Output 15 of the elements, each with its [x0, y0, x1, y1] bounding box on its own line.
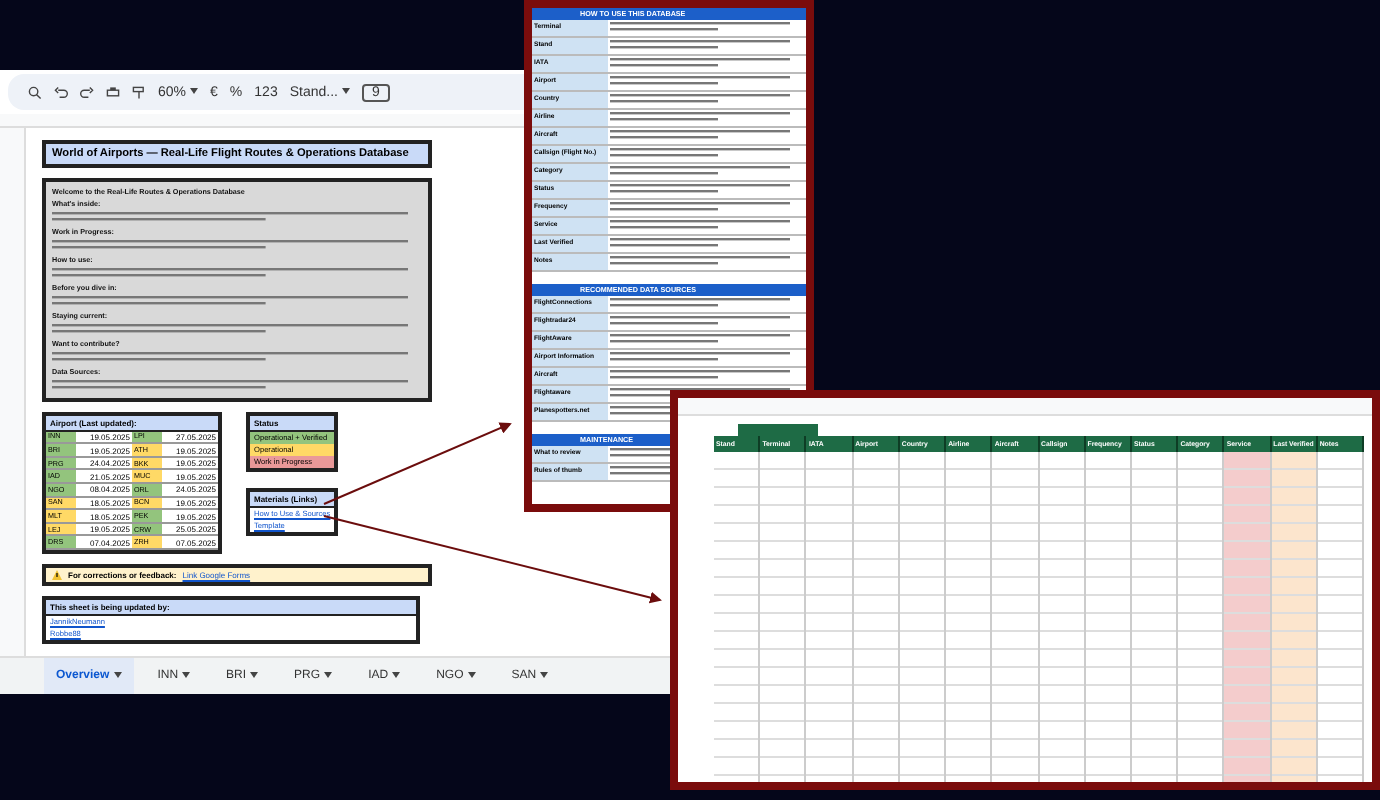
paint-format-icon[interactable] — [132, 85, 146, 100]
undo-icon[interactable] — [54, 85, 68, 100]
warning-icon — [52, 570, 62, 580]
caret-icon — [467, 671, 476, 678]
caret-icon — [341, 88, 350, 95]
search-icon[interactable] — [28, 85, 42, 100]
caret-icon — [250, 671, 259, 678]
caret-icon — [182, 671, 191, 678]
caret-icon — [392, 671, 401, 678]
redo-icon[interactable] — [80, 85, 94, 100]
caret-icon — [190, 88, 199, 95]
caret-icon — [113, 671, 122, 678]
caret-icon — [540, 671, 549, 678]
print-icon[interactable] — [106, 85, 120, 100]
caret-icon — [324, 671, 333, 678]
